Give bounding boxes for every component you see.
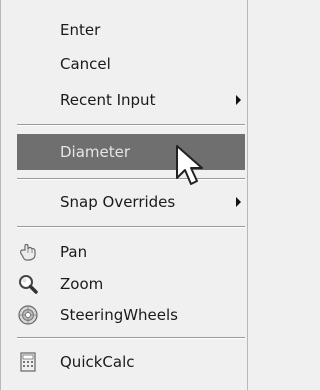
calculator-icon — [17, 351, 39, 373]
steering-wheel-icon — [17, 304, 39, 326]
menu-item-cancel-label: Cancel — [60, 55, 111, 73]
menu-item-enter-label: Enter — [60, 21, 101, 39]
menu-separator — [17, 124, 245, 126]
menu-separator — [17, 226, 245, 228]
menu-separator — [17, 337, 245, 339]
menu-item-zoom-label: Zoom — [60, 275, 104, 293]
menu-item-steering-wheels[interactable]: SteeringWheels — [1, 299, 247, 331]
menu-item-zoom[interactable]: Zoom — [1, 268, 247, 300]
menu-item-quickcalc-label: QuickCalc — [60, 353, 135, 371]
menu-item-snap-overrides-label: Snap Overrides — [60, 193, 176, 211]
chevron-right-icon — [236, 197, 241, 207]
menu-item-pan-label: Pan — [60, 243, 88, 261]
context-menu: Enter Cancel Recent Input Diameter Snap … — [0, 0, 248, 390]
menu-item-steering-wheels-label: SteeringWheels — [60, 306, 179, 324]
menu-item-recent-input[interactable]: Recent Input — [1, 84, 247, 116]
menu-item-cancel[interactable]: Cancel — [1, 48, 247, 80]
menu-item-quickcalc[interactable]: QuickCalc — [1, 346, 247, 378]
chevron-right-icon — [236, 95, 241, 105]
mouse-pointer-icon — [173, 142, 213, 194]
menu-item-diameter-label: Diameter — [60, 143, 131, 161]
menu-item-enter[interactable]: Enter — [1, 14, 247, 46]
menu-item-recent-input-label: Recent Input — [60, 91, 156, 109]
hand-icon — [17, 241, 39, 263]
menu-item-pan[interactable]: Pan — [1, 236, 247, 268]
magnifier-icon — [17, 273, 39, 295]
